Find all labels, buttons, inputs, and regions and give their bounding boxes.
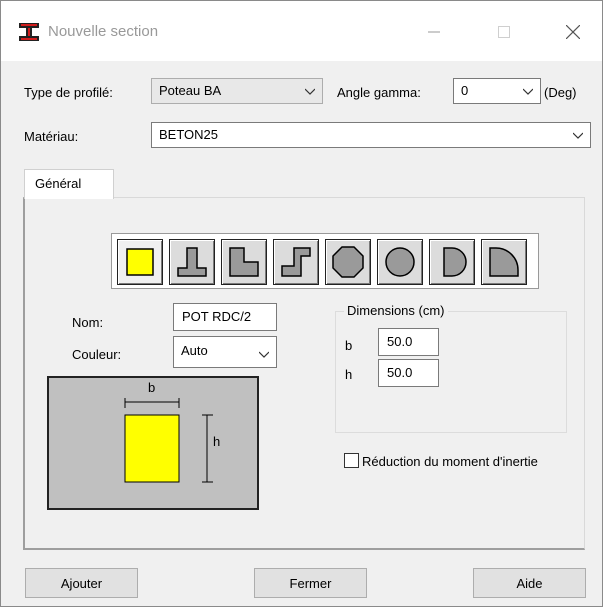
shape-t-section-button[interactable] [169, 239, 215, 285]
shape-circle-button[interactable] [377, 239, 423, 285]
minimize-button[interactable] [411, 15, 457, 49]
tab-general[interactable]: Général [24, 169, 114, 199]
shape-quarter-circle-button[interactable] [481, 239, 527, 285]
close-window-button[interactable] [550, 15, 596, 49]
minimize-icon [428, 31, 440, 33]
angle-gamma-value: 0 [461, 83, 469, 98]
preview-h-label: h [213, 434, 221, 449]
shape-half-circle-button[interactable] [429, 239, 475, 285]
octagon-shape-icon [332, 246, 364, 278]
dimensions-group-title: Dimensions (cm) [344, 303, 448, 318]
name-input[interactable]: POT RDC/2 [173, 303, 277, 331]
color-value: Auto [181, 343, 208, 358]
shape-l-section-button[interactable] [221, 239, 267, 285]
dialog-window: Nouvelle section Type de profilé: Poteau… [0, 0, 603, 607]
help-button[interactable]: Aide [473, 568, 586, 598]
circle-shape-icon [385, 247, 415, 277]
inertia-reduction-checkbox[interactable] [344, 453, 359, 468]
shape-octagon-button[interactable] [325, 239, 371, 285]
profile-type-value: Poteau BA [159, 83, 222, 98]
shape-rectangle-button[interactable] [117, 239, 163, 285]
inertia-reduction-label[interactable]: Réduction du moment d'inertie [362, 454, 538, 469]
chevron-down-icon [523, 88, 533, 95]
section-preview: b h [47, 376, 259, 510]
maximize-button[interactable] [481, 15, 527, 49]
angle-gamma-select[interactable]: 0 [453, 78, 541, 104]
color-select[interactable]: Auto [173, 336, 277, 368]
window-title: Nouvelle section [48, 23, 159, 40]
t-section-shape-icon [177, 247, 207, 277]
chevron-down-icon [305, 88, 315, 95]
section-profile-icon [19, 23, 39, 41]
dimension-b-input[interactable]: 50.0 [378, 328, 439, 356]
profile-type-select[interactable]: Poteau BA [151, 78, 323, 104]
profile-type-label: Type de profilé: [24, 85, 113, 100]
preview-b-label: b [148, 380, 156, 395]
dimension-h-input[interactable]: 50.0 [378, 359, 439, 387]
chevron-down-icon [573, 132, 583, 139]
add-button[interactable]: Ajouter [25, 568, 138, 598]
close-icon [566, 25, 580, 39]
rectangle-shape-icon [126, 248, 154, 276]
angle-gamma-label: Angle gamma: [337, 85, 421, 100]
angle-unit-label: (Deg) [544, 85, 577, 100]
shape-selector [111, 233, 539, 289]
half-circle-shape-icon [443, 247, 467, 277]
z-section-shape-icon [281, 247, 311, 277]
dimensions-group [335, 311, 567, 433]
maximize-icon [498, 26, 510, 38]
shape-z-section-button[interactable] [273, 239, 319, 285]
quarter-circle-shape-icon [489, 247, 519, 277]
dimension-b-label: b [345, 338, 353, 353]
l-section-shape-icon [229, 247, 259, 277]
close-button[interactable]: Fermer [254, 568, 367, 598]
name-label: Nom: [72, 315, 104, 330]
section-preview-drawing [124, 398, 213, 483]
color-label: Couleur: [72, 347, 122, 362]
title-bar[interactable]: Nouvelle section [1, 1, 602, 61]
material-value: BETON25 [159, 127, 219, 142]
material-select[interactable]: BETON25 [151, 122, 591, 148]
section-rectangle-preview [124, 414, 180, 483]
dimension-h-label: h [345, 367, 353, 382]
chevron-down-icon [259, 351, 269, 358]
material-label: Matériau: [24, 129, 79, 144]
